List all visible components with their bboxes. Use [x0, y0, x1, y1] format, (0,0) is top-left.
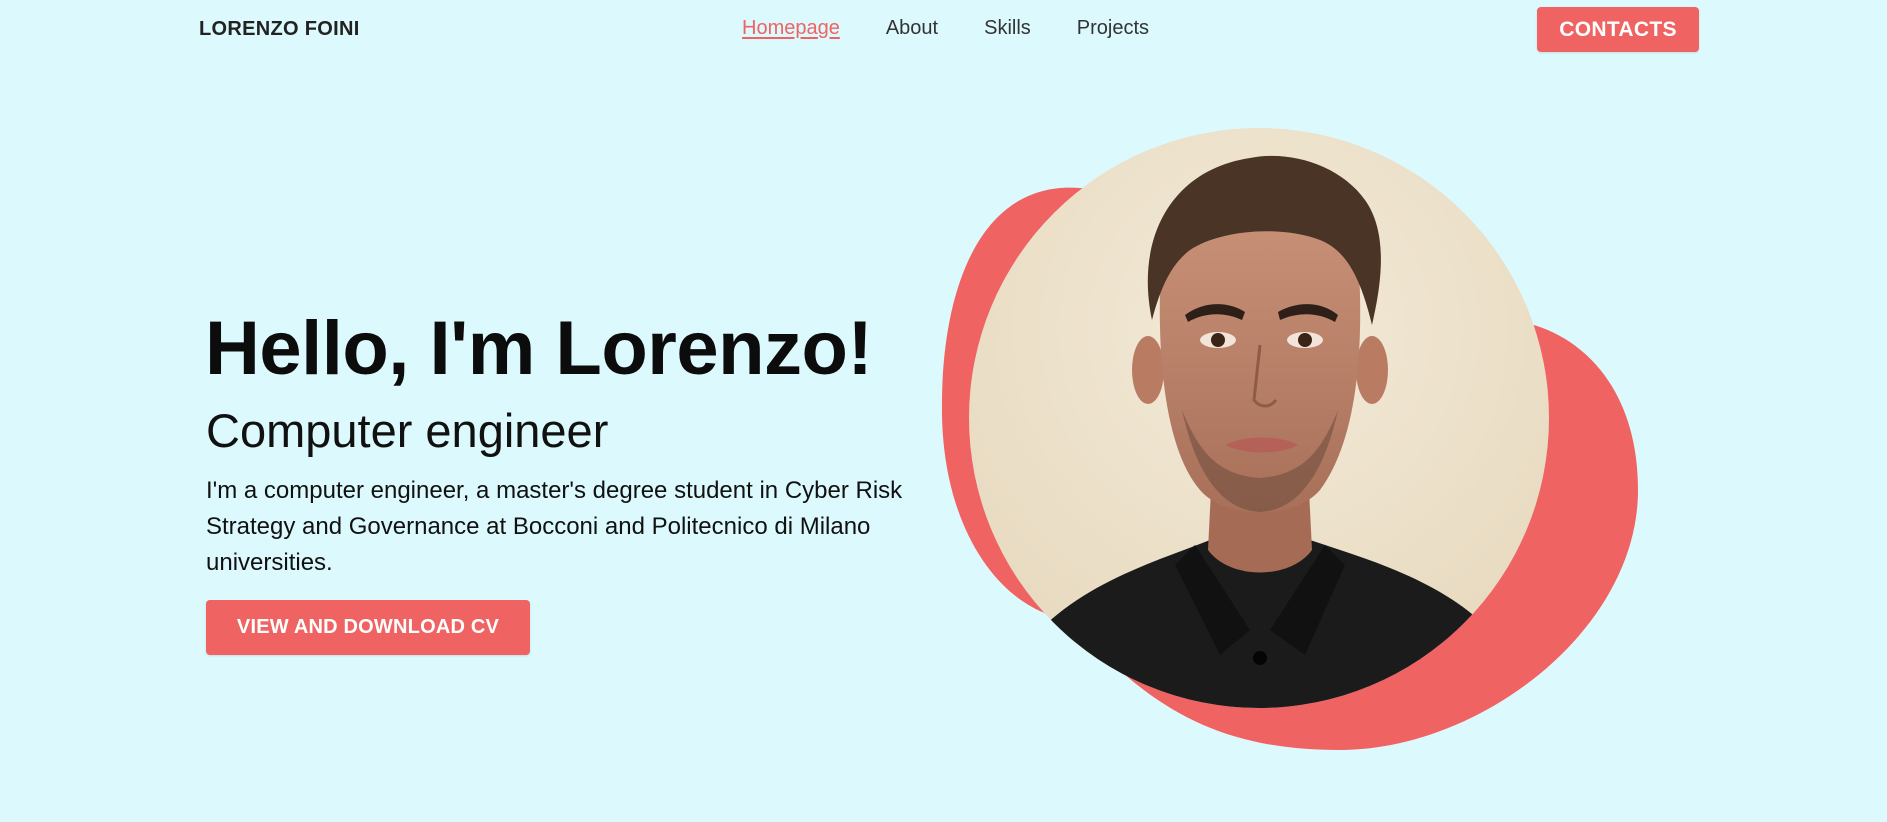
site-brand[interactable]: LORENZO FOINI: [199, 18, 360, 41]
site-header: LORENZO FOINI Homepage About Skills Proj…: [0, 0, 1887, 60]
hero-description: I'm a computer engineer, a master's degr…: [206, 477, 903, 576]
view-download-cv-button[interactable]: VIEW AND DOWNLOAD CV: [206, 600, 530, 655]
hero-visual-graphic: [941, 128, 1638, 750]
hero-subtitle: Computer engineer: [206, 404, 609, 457]
nav-link-projects[interactable]: Projects: [1077, 17, 1149, 40]
nav-link-skills[interactable]: Skills: [984, 17, 1031, 40]
main-nav: Homepage About Skills Projects: [742, 17, 1149, 40]
contacts-button[interactable]: CONTACTS: [1537, 7, 1699, 52]
hero-visual: [920, 110, 1660, 770]
nav-link-homepage[interactable]: Homepage: [742, 17, 840, 40]
hero-title: Hello, I'm Lorenzo!: [205, 306, 873, 391]
nav-link-about[interactable]: About: [886, 17, 938, 40]
